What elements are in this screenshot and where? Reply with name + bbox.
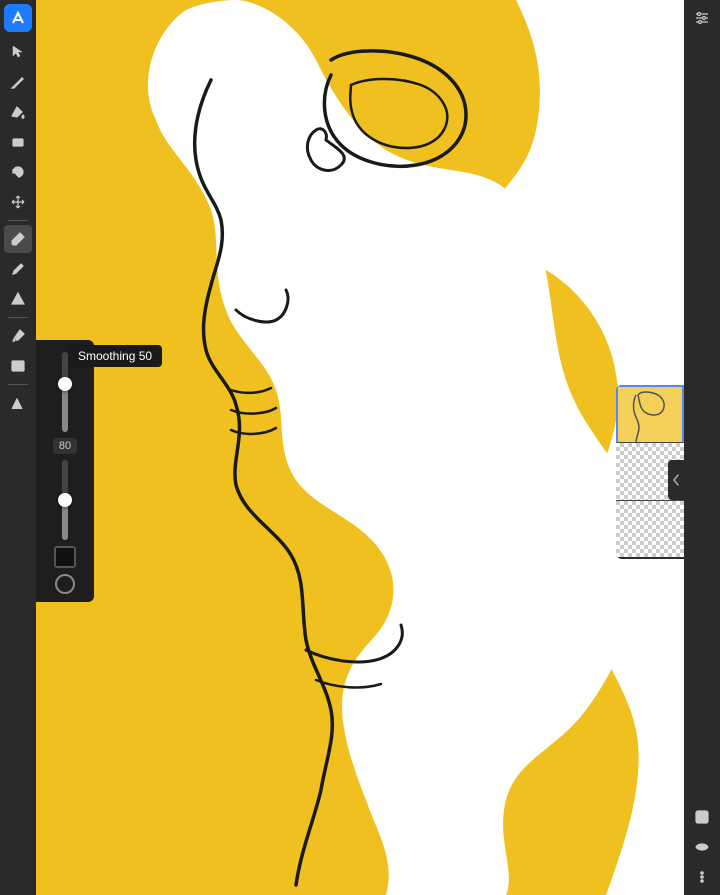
tool-shape[interactable] — [4, 285, 32, 313]
tool-extra[interactable] — [4, 389, 32, 417]
tool-eraser[interactable] — [4, 128, 32, 156]
divider2 — [8, 317, 28, 318]
right-tool-add-layer[interactable] — [688, 803, 716, 831]
right-tool-settings[interactable] — [688, 4, 716, 32]
tool-selection[interactable] — [4, 38, 32, 66]
brush-panel: 80 — [36, 340, 94, 602]
tool-pen[interactable] — [4, 68, 32, 96]
tool-brush[interactable] — [4, 225, 32, 253]
brush-slider[interactable] — [62, 460, 68, 540]
divider — [8, 220, 28, 221]
app-icon[interactable] — [4, 4, 32, 32]
layer-item-1[interactable] — [616, 385, 684, 443]
tool-image[interactable] — [4, 352, 32, 380]
left-toolbar — [0, 0, 36, 895]
tool-eyedropper[interactable] — [4, 322, 32, 350]
brush-opacity-circle[interactable] — [55, 574, 75, 594]
smoothing-tooltip: Smoothing 50 — [68, 345, 162, 367]
right-toolbar — [684, 0, 720, 895]
right-tool-visibility[interactable] — [688, 833, 716, 861]
tool-pencil[interactable] — [4, 255, 32, 283]
opacity-slider[interactable] — [62, 352, 68, 432]
layer-panel-collapse-handle[interactable] — [668, 460, 684, 500]
canvas-area[interactable] — [36, 0, 684, 895]
drawing-canvas — [36, 0, 684, 895]
divider3 — [8, 384, 28, 385]
brush-size-display: 80 — [53, 438, 77, 454]
right-tool-more[interactable] — [688, 863, 716, 891]
tool-rotate[interactable] — [4, 158, 32, 186]
layer-item-3[interactable] — [616, 501, 684, 559]
brush-color-swatch[interactable] — [54, 546, 76, 568]
tool-move[interactable] — [4, 188, 32, 216]
tool-fill[interactable] — [4, 98, 32, 126]
